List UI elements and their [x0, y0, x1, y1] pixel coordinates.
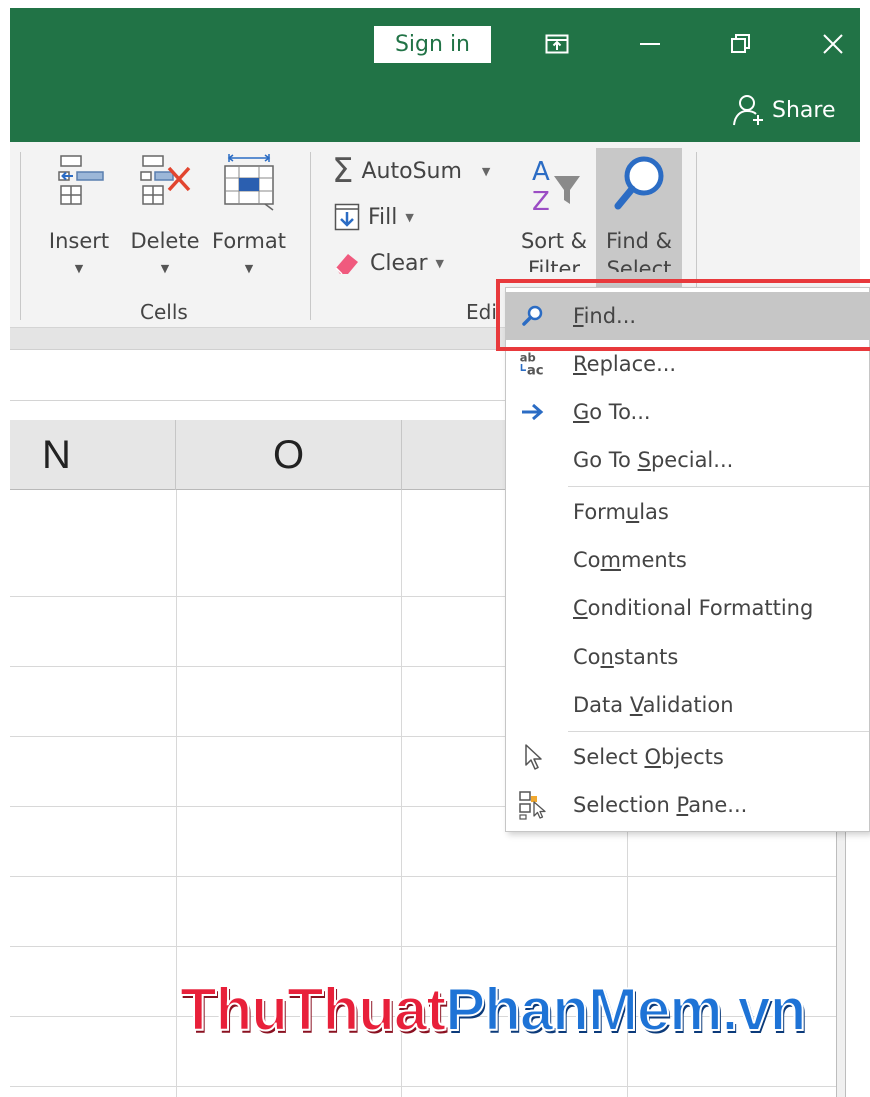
svg-text:ac: ac [527, 364, 544, 379]
find-select-label-line2: Select [606, 258, 672, 272]
ribbon-display-options-icon [545, 34, 569, 54]
fill-button[interactable]: Fill ▼ [334, 200, 414, 234]
share-button[interactable]: Share [732, 92, 836, 128]
group-separator [20, 152, 21, 320]
clear-button[interactable]: Clear ▼ [332, 246, 444, 280]
grid-line [10, 1086, 836, 1087]
chevron-down-icon: ▼ [244, 262, 254, 275]
sort-filter-icon: A Z [532, 157, 580, 217]
svg-text:Z: Z [532, 187, 550, 217]
share-label: Share [772, 97, 836, 123]
find-select-label: Find & [605, 229, 673, 253]
arrow-right-icon [518, 398, 548, 426]
sort-filter-button[interactable]: A Z Sort & Filter [514, 148, 594, 288]
sign-in-button[interactable]: Sign in [374, 26, 491, 63]
clear-label: Clear [370, 250, 428, 276]
menu-item-selection-pane[interactable]: Selection Pane... [506, 781, 869, 829]
editing-group-label: Edi [466, 300, 497, 324]
close-button[interactable] [808, 22, 858, 66]
sort-filter-label: Sort & [520, 229, 588, 253]
replace-icon: ab ac [518, 350, 548, 378]
autosum-button[interactable]: Σ AutoSum ▼ [332, 154, 490, 188]
fill-down-icon [334, 203, 360, 231]
sort-filter-label-line2: Filter [527, 258, 580, 272]
delete-cells-icon [140, 155, 191, 205]
restore-icon [731, 34, 750, 53]
delete-cells-button[interactable]: Delete ▼ [128, 148, 202, 288]
cursor-arrow-icon [518, 743, 548, 771]
menu-item-select-objects[interactable]: Select Objects [506, 733, 869, 781]
format-label: Format [211, 229, 286, 253]
find-highlight-box [496, 279, 870, 351]
watermark-part2: PhanMem.vn [444, 975, 807, 1044]
menu-item-constants[interactable]: Constants [506, 633, 869, 681]
menu-item-formulas[interactable]: Formulas [506, 488, 869, 536]
cells-group-label: Cells [140, 300, 188, 324]
svg-text:A: A [532, 157, 550, 187]
chevron-down-icon: ▼ [160, 262, 170, 275]
insert-cells-icon [58, 155, 104, 205]
column-header-o[interactable]: O [176, 420, 402, 490]
sigma-icon: Σ [332, 151, 354, 191]
menu-separator [568, 731, 869, 732]
close-icon [823, 34, 843, 54]
grid-line [176, 490, 177, 1097]
column-header-n[interactable]: N [10, 420, 176, 490]
chevron-down-icon: ▼ [405, 210, 414, 224]
fill-label: Fill [368, 204, 398, 230]
find-select-menu: Find... ab ac Replace... Go To... Go To … [505, 287, 870, 832]
eraser-icon [335, 254, 358, 275]
menu-item-go-to[interactable]: Go To... [506, 388, 869, 436]
watermark-part1: ThuThuat [179, 975, 447, 1044]
watermark-logo: ThuThuatPhanMem.vn [179, 975, 807, 1045]
chevron-down-icon: ▼ [74, 262, 84, 275]
format-cells-button[interactable]: Format ▼ [208, 148, 290, 288]
menu-item-data-validation[interactable]: Data Validation [506, 681, 869, 729]
restore-button[interactable] [716, 22, 766, 66]
selection-pane-icon [518, 791, 548, 820]
minimize-icon [640, 43, 660, 45]
magnifier-icon [614, 156, 664, 210]
group-separator [310, 152, 311, 320]
insert-cells-button[interactable]: Insert ▼ [44, 148, 114, 288]
menu-item-conditional-formatting[interactable]: Conditional Formatting [506, 584, 869, 632]
menu-separator [568, 486, 869, 487]
chevron-down-icon: ▼ [481, 164, 491, 178]
insert-label: Insert [48, 229, 110, 253]
svg-text:ab: ab [520, 350, 536, 364]
find-select-button[interactable]: Find & Select [596, 148, 682, 288]
minimize-button[interactable] [625, 22, 675, 66]
share-person-icon [733, 95, 763, 126]
title-bar: Sign in Share [10, 8, 860, 142]
ribbon-display-options-button[interactable] [532, 22, 582, 66]
delete-label: Delete [130, 229, 200, 253]
format-cells-icon [224, 154, 274, 211]
grid-line [10, 946, 836, 947]
chevron-down-icon: ▼ [435, 256, 445, 270]
menu-item-comments[interactable]: Comments [506, 536, 869, 584]
menu-item-go-to-special[interactable]: Go To Special... [506, 436, 869, 484]
autosum-label: AutoSum [361, 158, 462, 184]
grid-line [10, 876, 836, 877]
